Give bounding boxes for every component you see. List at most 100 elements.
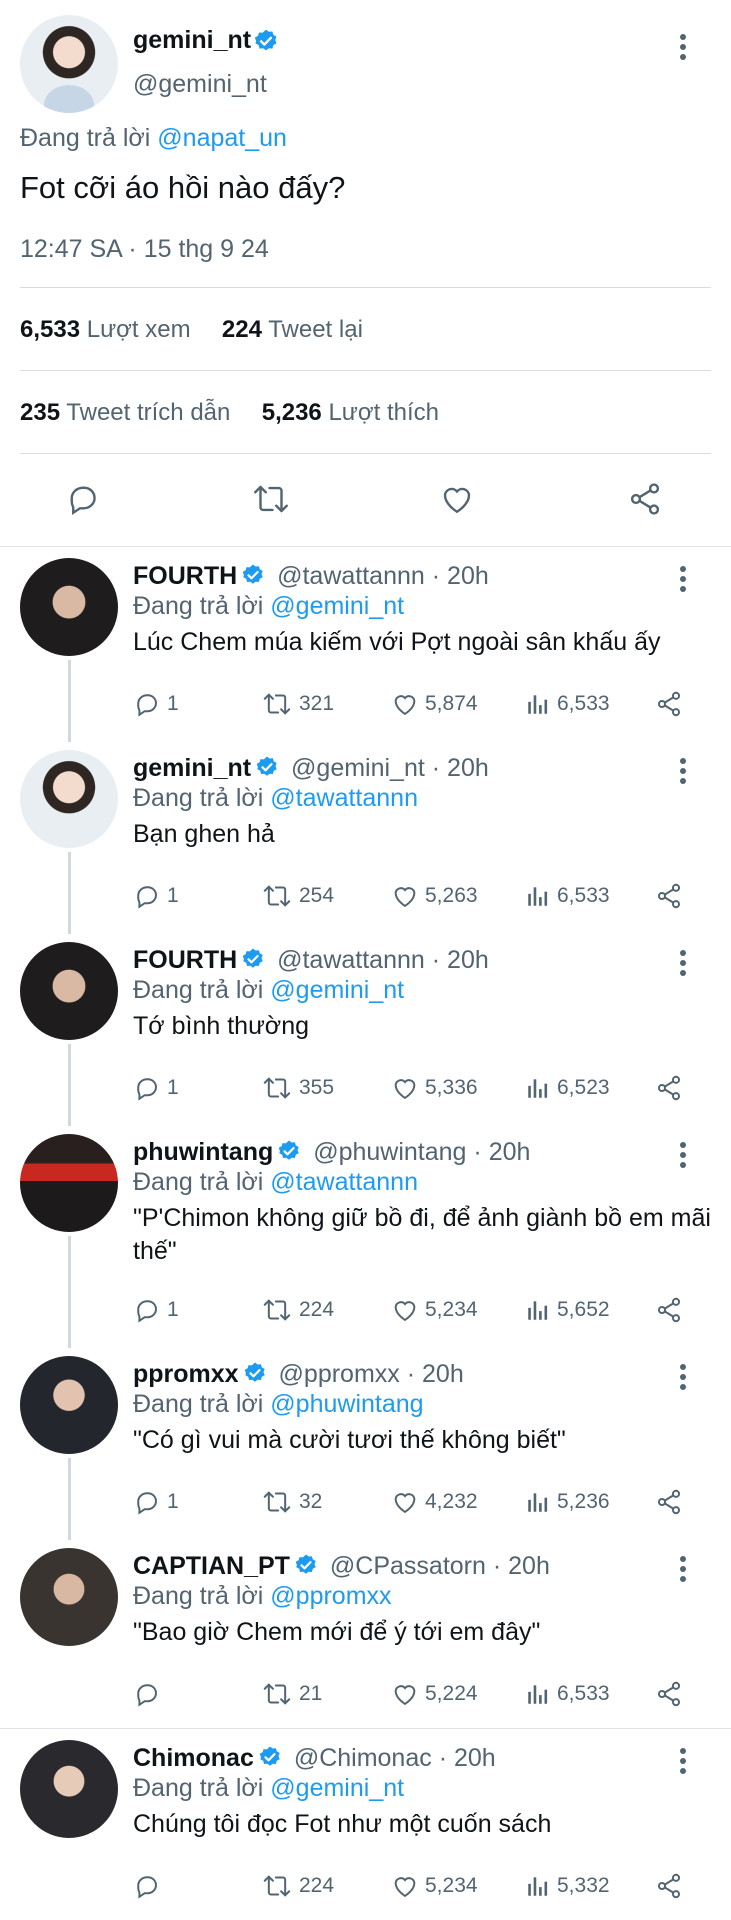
reply-author-handle[interactable]: @tawattannn <box>277 946 425 974</box>
share-button[interactable] <box>655 1485 689 1519</box>
like-button[interactable]: 5,874 <box>391 687 478 721</box>
reply-author-handle[interactable]: @Chimonac <box>294 1744 432 1772</box>
quotes-count[interactable]: 235 <box>20 399 60 426</box>
reply-tweet[interactable]: Chimonac @Chimonac · 20h Đang trả lời @g… <box>0 1732 731 1920</box>
replying-to-mention[interactable]: @gemini_nt <box>270 1774 404 1802</box>
reply-button[interactable]: 1 <box>133 879 179 913</box>
reply-author-handle[interactable]: @tawattannn <box>277 562 425 590</box>
share-button[interactable] <box>655 879 689 913</box>
share-button[interactable] <box>655 687 689 721</box>
retweets-count[interactable]: 224 <box>222 316 262 343</box>
share-icon[interactable] <box>620 474 670 524</box>
like-button[interactable]: 5,263 <box>391 879 478 913</box>
reply-button[interactable]: 1 <box>133 687 179 721</box>
views-button[interactable]: 6,523 <box>525 1071 610 1105</box>
reply-header: gemini_nt @gemini_nt · 20h <box>133 754 489 786</box>
retweet-button[interactable]: 224 <box>261 1869 334 1903</box>
share-button[interactable] <box>655 1293 689 1327</box>
reply-author-name[interactable]: FOURTH <box>133 946 237 974</box>
avatar[interactable] <box>20 1356 118 1454</box>
like-button[interactable]: 5,336 <box>391 1071 478 1105</box>
retweet-button[interactable]: 355 <box>261 1071 334 1105</box>
reply-button[interactable]: 1 <box>133 1485 179 1519</box>
like-button[interactable]: 5,224 <box>391 1677 478 1711</box>
like-button[interactable]: 4,232 <box>391 1485 478 1519</box>
author-handle[interactable]: @gemini_nt <box>133 70 267 99</box>
share-button[interactable] <box>655 1071 689 1105</box>
reply-button[interactable]: 1 <box>133 1071 179 1105</box>
more-options-icon[interactable] <box>680 950 686 980</box>
reply-button[interactable] <box>133 1869 167 1903</box>
reply-tweet[interactable]: gemini_nt @gemini_nt · 20h Đang trả lời … <box>0 742 731 934</box>
more-options-icon[interactable] <box>680 1748 686 1778</box>
reply-icon <box>137 1078 157 1101</box>
reply-button[interactable] <box>133 1677 167 1711</box>
views-button[interactable]: 6,533 <box>525 687 610 721</box>
replying-to-mention[interactable]: @gemini_nt <box>270 592 404 620</box>
retweet-icon <box>263 1875 291 1897</box>
reply-author-name[interactable]: ppromxx <box>133 1360 239 1388</box>
views-chart-icon <box>528 1493 548 1512</box>
views-button[interactable]: 5,332 <box>525 1869 610 1903</box>
retweet-button[interactable]: 321 <box>261 687 334 721</box>
reply-text: "Có gì vui mà cười tươi thế không biết" <box>133 1426 566 1454</box>
reply-tweet[interactable]: FOURTH @tawattannn · 20h Đang trả lời @g… <box>0 550 731 742</box>
reply-tweet[interactable]: phuwintang @phuwintang · 20h Đang trả lờ… <box>0 1126 731 1348</box>
avatar[interactable] <box>20 558 118 656</box>
like-button[interactable]: 5,234 <box>391 1869 478 1903</box>
reply-icon[interactable] <box>58 474 108 524</box>
retweet-button[interactable]: 224 <box>261 1293 334 1327</box>
author-name[interactable]: gemini_nt <box>133 26 251 55</box>
reply-author-handle[interactable]: @CPassatorn <box>330 1552 486 1580</box>
like-heart-icon[interactable] <box>432 474 482 524</box>
avatar[interactable] <box>20 942 118 1040</box>
avatar[interactable] <box>20 750 118 848</box>
avatar[interactable] <box>20 1740 118 1838</box>
tweet-timestamp[interactable]: 12:47 SA · 15 thg 9 24 <box>20 235 269 264</box>
views-button[interactable]: 6,533 <box>525 1677 610 1711</box>
likes-label[interactable]: Lượt thích <box>328 399 439 426</box>
likes-count[interactable]: 5,236 <box>262 399 322 426</box>
reply-author-name[interactable]: phuwintang <box>133 1138 273 1166</box>
retweet-button[interactable]: 32 <box>261 1485 322 1519</box>
more-options-icon[interactable] <box>680 1556 686 1586</box>
views-count: 5,332 <box>557 1874 610 1897</box>
retweet-button[interactable]: 254 <box>261 879 334 913</box>
share-button[interactable] <box>655 1869 689 1903</box>
replying-to-mention[interactable]: @phuwintang <box>270 1390 423 1418</box>
reply-button[interactable]: 1 <box>133 1293 179 1327</box>
more-options-icon[interactable] <box>680 1142 686 1172</box>
reply-author-handle[interactable]: @gemini_nt <box>291 754 425 782</box>
replying-to-mention[interactable]: @napat_un <box>157 124 287 152</box>
more-options-icon[interactable] <box>680 758 686 788</box>
more-options-icon[interactable] <box>680 34 686 64</box>
share-button[interactable] <box>655 1677 689 1711</box>
reply-tweet[interactable]: CAPTIAN_PT @CPassatorn · 20h Đang trả lờ… <box>0 1540 731 1728</box>
avatar[interactable] <box>20 1134 118 1232</box>
quotes-label[interactable]: Tweet trích dẫn <box>66 399 230 426</box>
reply-author-name[interactable]: gemini_nt <box>133 754 251 782</box>
retweet-icon[interactable] <box>246 474 296 524</box>
reply-author-handle[interactable]: @phuwintang <box>313 1138 466 1166</box>
reply-author-handle[interactable]: @ppromxx <box>279 1360 400 1388</box>
views-button[interactable]: 5,652 <box>525 1293 610 1327</box>
avatar[interactable] <box>20 15 118 113</box>
reply-author-name[interactable]: FOURTH <box>133 562 237 590</box>
views-button[interactable]: 5,236 <box>525 1485 610 1519</box>
more-options-icon[interactable] <box>680 1364 686 1394</box>
retweet-icon <box>263 1491 291 1513</box>
reply-author-name[interactable]: Chimonac <box>133 1744 254 1772</box>
views-button[interactable]: 6,533 <box>525 879 610 913</box>
replying-to-mention[interactable]: @gemini_nt <box>270 976 404 1004</box>
replying-to-mention[interactable]: @tawattannn <box>270 784 418 812</box>
reply-tweet[interactable]: ppromxx @ppromxx · 20h Đang trả lời @phu… <box>0 1348 731 1540</box>
replying-to-mention[interactable]: @ppromxx <box>270 1582 391 1610</box>
more-options-icon[interactable] <box>680 566 686 596</box>
replying-to-mention[interactable]: @tawattannn <box>270 1168 418 1196</box>
retweet-button[interactable]: 21 <box>261 1677 322 1711</box>
retweets-label[interactable]: Tweet lại <box>268 316 363 343</box>
like-button[interactable]: 5,234 <box>391 1293 478 1327</box>
reply-tweet[interactable]: FOURTH @tawattannn · 20h Đang trả lời @g… <box>0 934 731 1126</box>
reply-author-name[interactable]: CAPTIAN_PT <box>133 1552 290 1580</box>
avatar[interactable] <box>20 1548 118 1646</box>
